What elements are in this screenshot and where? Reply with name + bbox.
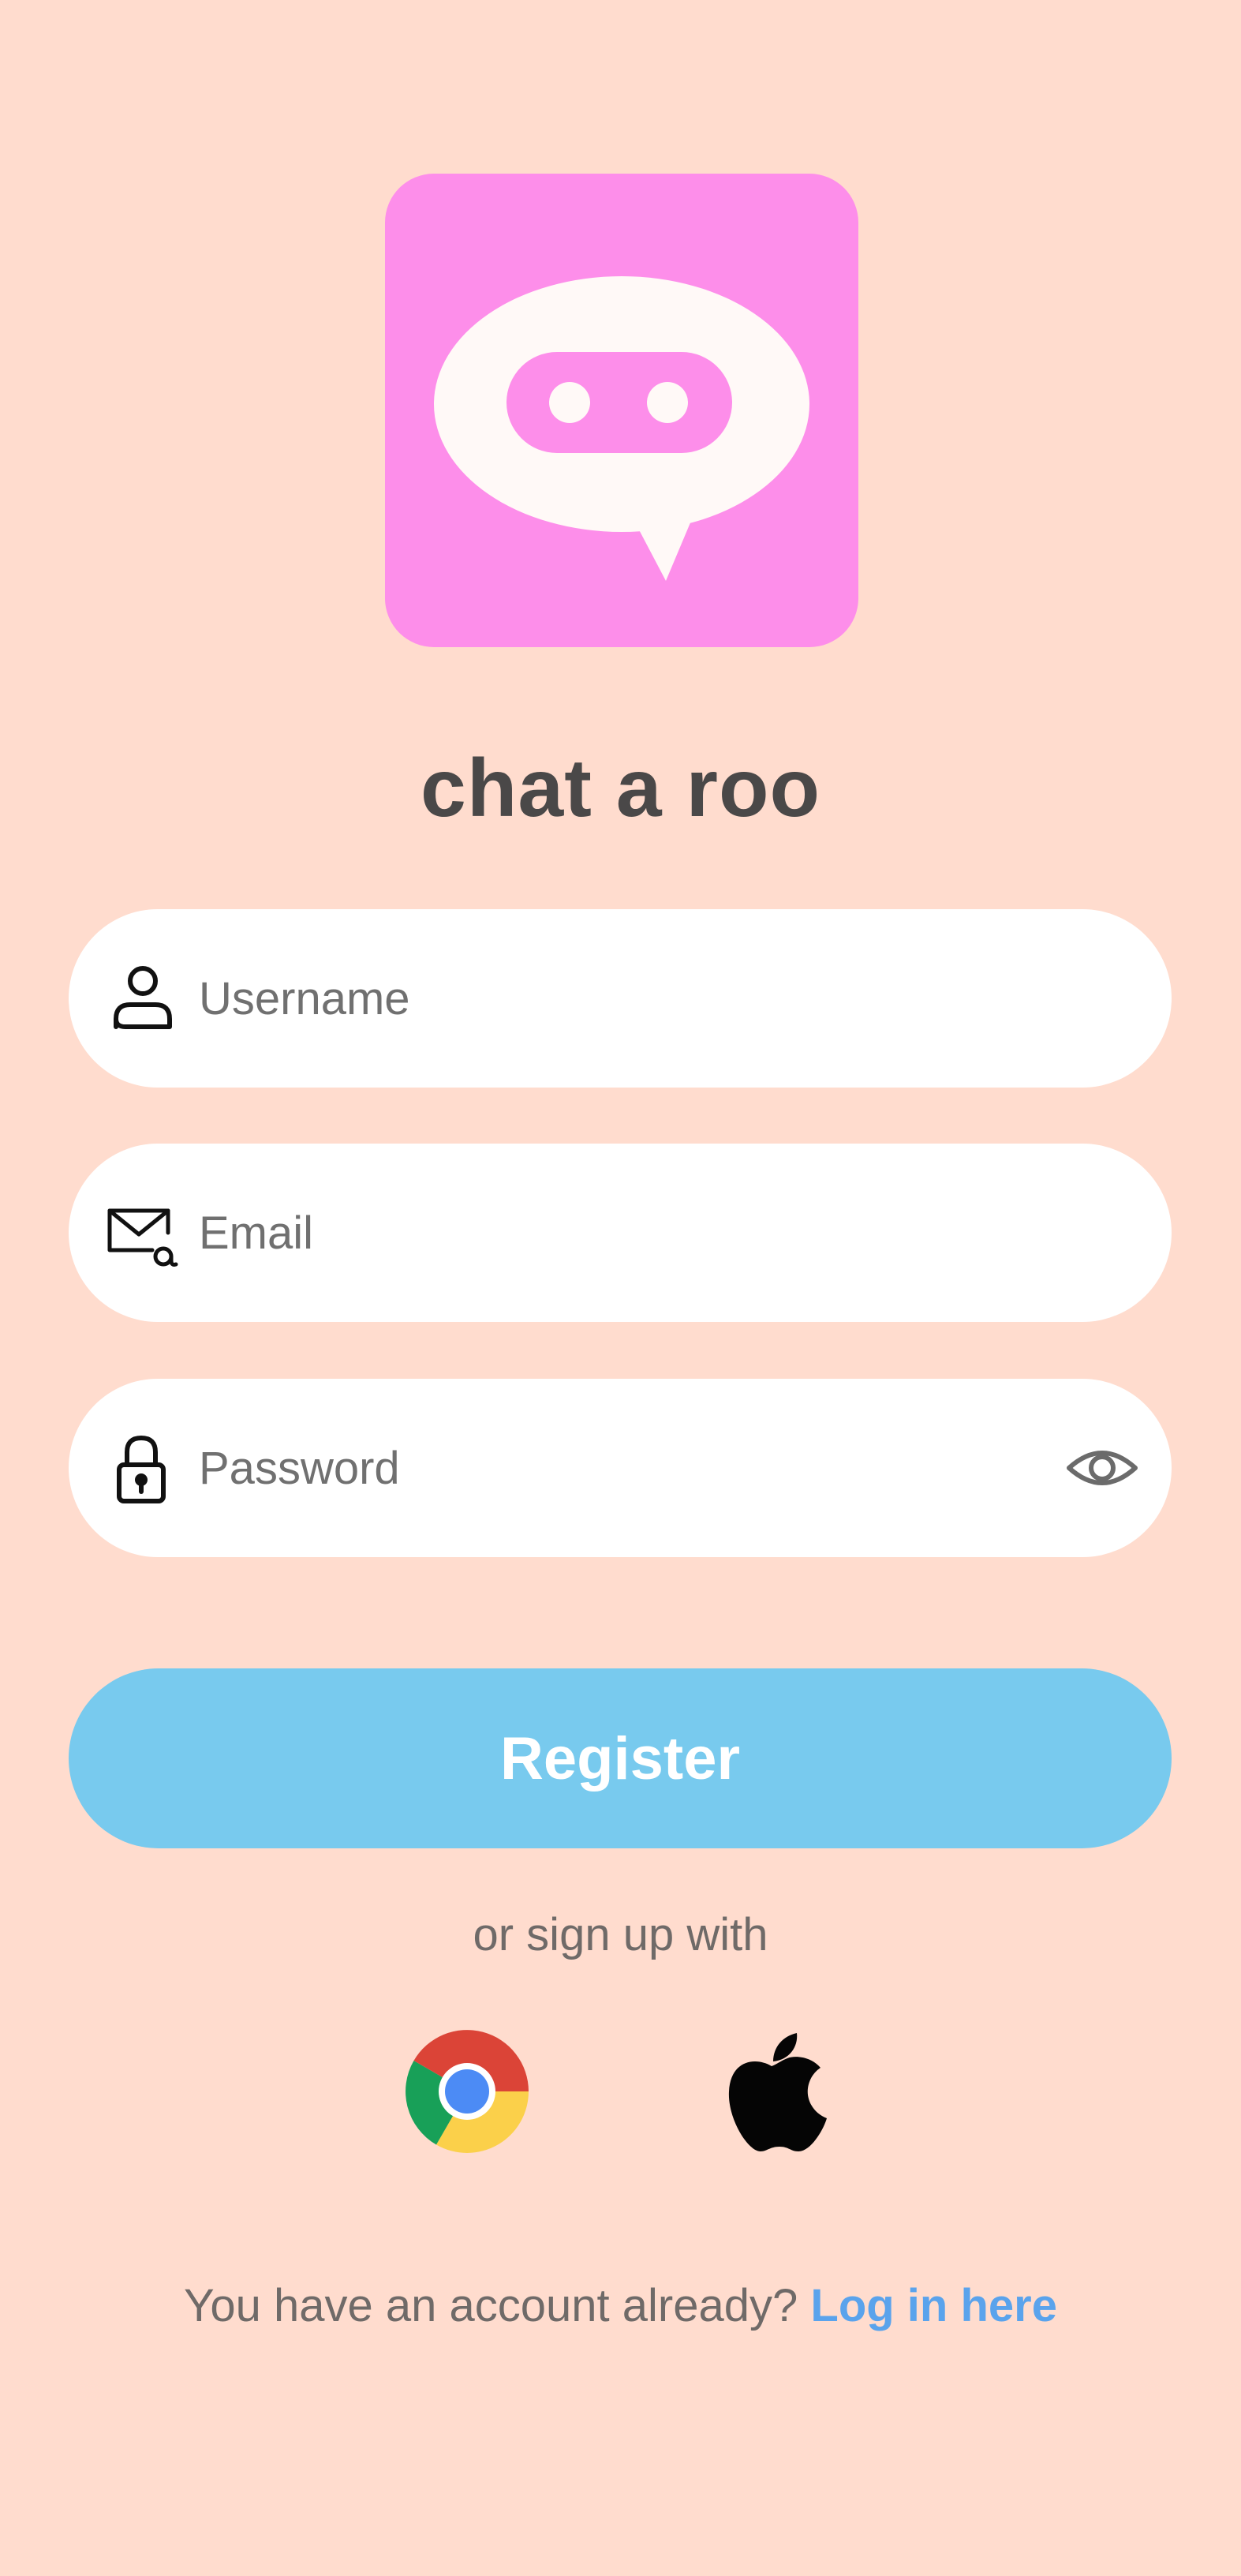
user-icon bbox=[102, 959, 181, 1038]
app-logo bbox=[385, 174, 858, 647]
mail-at-icon bbox=[102, 1193, 181, 1272]
chrome-signup-button[interactable] bbox=[396, 2020, 538, 2162]
apple-icon bbox=[728, 2033, 827, 2151]
app-title: chat a roo bbox=[421, 743, 820, 834]
login-prompt: You have an account already? Log in here bbox=[0, 2279, 1241, 2332]
email-field[interactable] bbox=[69, 1144, 1172, 1322]
lock-icon bbox=[102, 1428, 181, 1507]
email-input[interactable] bbox=[199, 1181, 988, 1284]
login-link[interactable]: Log in here bbox=[810, 2280, 1057, 2331]
password-field[interactable] bbox=[69, 1379, 1172, 1557]
username-field[interactable] bbox=[69, 909, 1172, 1088]
alt-signup-text: or sign up with bbox=[473, 1909, 768, 1960]
chat-bubble-logo-icon bbox=[434, 276, 809, 581]
username-input[interactable] bbox=[199, 947, 988, 1050]
eye-icon[interactable] bbox=[1063, 1428, 1142, 1507]
password-input[interactable] bbox=[199, 1417, 988, 1519]
login-prompt-text: You have an account already? bbox=[184, 2280, 811, 2331]
register-button[interactable]: Register bbox=[69, 1668, 1172, 1848]
apple-signup-button[interactable] bbox=[701, 2020, 843, 2162]
chrome-icon bbox=[406, 2030, 529, 2153]
register-screen: chat a roo Username Email Register or si… bbox=[0, 0, 1241, 2576]
